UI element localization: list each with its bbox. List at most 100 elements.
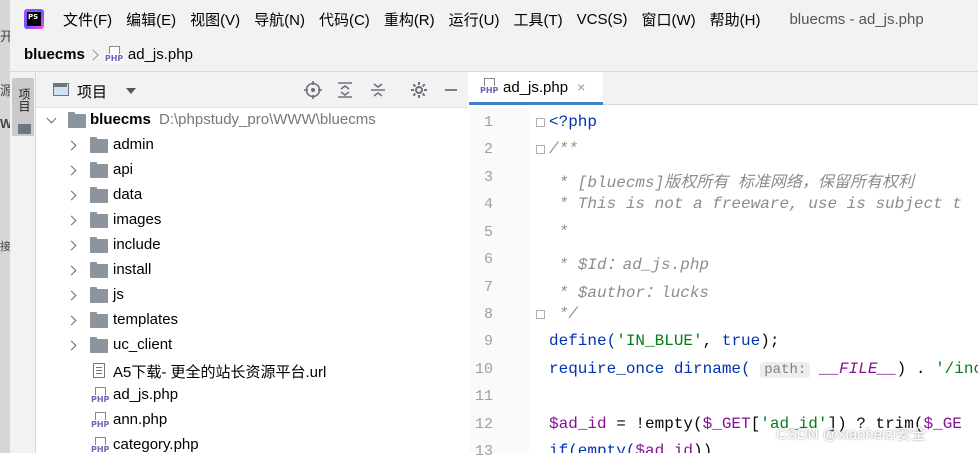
code-line-3: * [bluecms]版权所有 标准网络，保留所有权利 (549, 174, 914, 192)
code-token: $_GE (923, 415, 962, 433)
code-token: $ad_id (549, 415, 607, 433)
tree-file-row[interactable]: PHP ann.php (36, 408, 468, 433)
fold-marker-icon[interactable] (536, 145, 545, 154)
chevron-right-icon[interactable] (66, 240, 77, 251)
chevron-right-icon[interactable] (66, 290, 77, 301)
phpstorm-app-icon[interactable]: PS (24, 9, 44, 29)
line-number: 10 (474, 361, 493, 378)
folder-icon (90, 312, 108, 328)
tree-folder-row[interactable]: admin (36, 133, 468, 158)
chevron-right-icon[interactable] (66, 265, 77, 276)
breadcrumb-file[interactable]: PHP ad_js.php (103, 45, 193, 64)
tree-folder-row[interactable]: js (36, 283, 468, 308)
gear-icon[interactable] (410, 81, 428, 99)
tree-folder-row[interactable]: api (36, 158, 468, 183)
project-tool-tab-label: 项目 (17, 88, 31, 112)
menu-navigate[interactable]: 导航(N) (247, 9, 312, 30)
line-number: 1 (483, 114, 493, 131)
tree-folder-row[interactable]: include (36, 233, 468, 258)
line-number: 6 (483, 251, 493, 268)
line-number-gutter: 1 2 3 4 5 6 7 8 9 10 11 12 13 (469, 106, 529, 460)
code-line-6: * $Id：ad_js.php (549, 256, 710, 274)
tree-root-row[interactable]: bluecms D:\phpstudy_pro\WWW\bluecms (36, 108, 468, 133)
code-token: ); (760, 332, 780, 350)
close-icon[interactable]: × (577, 79, 585, 95)
tree-file-label: A5下载- 更全的站长资源平台.url (113, 364, 327, 381)
php-file-icon: PHP (90, 437, 111, 453)
menu-run[interactable]: 运行(U) (442, 9, 507, 30)
tree-file-label: ann.php (113, 411, 168, 428)
php-file-icon: PHP (479, 78, 500, 96)
chevron-right-icon[interactable] (66, 190, 77, 201)
chevron-right-icon[interactable] (66, 315, 77, 326)
code-token: '/inc (935, 360, 978, 378)
menu-code[interactable]: 代码(C) (312, 9, 377, 30)
editor-tab-ad-js[interactable]: PHP ad_js.php × (469, 72, 603, 105)
fold-marker-icon[interactable] (536, 118, 545, 127)
menu-view[interactable]: 视图(V) (183, 9, 247, 30)
menu-edit[interactable]: 编辑(E) (119, 9, 183, 30)
line-number: 8 (483, 306, 493, 323)
line-number: 11 (474, 388, 493, 405)
folder-icon (90, 287, 108, 303)
breadcrumb-file-label: ad_js.php (127, 46, 193, 63)
chevron-right-icon[interactable] (66, 340, 77, 351)
tree-folder-row[interactable]: uc_client (36, 333, 468, 358)
locate-file-icon[interactable] (304, 81, 322, 99)
collapse-all-icon[interactable] (369, 81, 387, 99)
menu-tools[interactable]: 工具(T) (506, 9, 569, 30)
tree-folder-row[interactable]: images (36, 208, 468, 233)
folder-icon (90, 337, 108, 353)
code-line-9: define('IN_BLUE', true); (549, 332, 779, 350)
code-line-10: require_once dirname( path: __FILE__) . … (549, 360, 978, 378)
project-tool-tab[interactable]: 项目 (12, 78, 34, 136)
chevron-right-icon[interactable] (66, 165, 77, 176)
menu-refactor[interactable]: 重构(R) (377, 9, 442, 30)
chevron-down-icon[interactable] (46, 113, 57, 124)
breadcrumb-project[interactable]: bluecms (24, 46, 85, 63)
line-number: 4 (483, 196, 493, 213)
project-view-label[interactable]: 项目 (77, 81, 107, 102)
code-token: true (721, 332, 761, 350)
tree-folder-row[interactable]: data (36, 183, 468, 208)
menu-window[interactable]: 窗口(W) (634, 9, 702, 30)
tree-file-label: ad_js.php (113, 386, 179, 403)
code-token: )) (693, 442, 713, 453)
code-token: $_GET (702, 415, 751, 433)
folder-icon (90, 212, 108, 228)
tree-file-row[interactable]: A5下载- 更全的站长资源平台.url (36, 358, 468, 383)
chevron-right-icon[interactable] (66, 215, 77, 226)
php-file-icon: PHP (103, 45, 125, 64)
parameter-hint: path: (760, 362, 811, 378)
menu-file[interactable]: 文件(F) (56, 9, 119, 30)
menu-vcs[interactable]: VCS(S) (570, 11, 635, 28)
code-line-7: * $author：lucks (549, 284, 710, 302)
tree-folder-label: images (113, 211, 162, 228)
strip-char: 源 (0, 83, 10, 98)
hide-panel-icon[interactable] (442, 81, 460, 99)
editor-tab-bar: PHP ad_js.php × (469, 72, 978, 105)
code-token: require_once dirname( (549, 360, 761, 378)
code-editor[interactable]: <?php /** * [bluecms]版权所有 标准网络，保留所有权利 * … (529, 106, 978, 453)
chevron-right-icon[interactable] (66, 140, 77, 151)
code-line-5: * (549, 223, 569, 241)
project-view-icon (53, 83, 69, 96)
line-number: 9 (483, 333, 493, 350)
tree-file-row[interactable]: PHP ad_js.php (36, 383, 468, 408)
fold-marker-icon[interactable] (536, 310, 545, 319)
tree-file-row[interactable]: PHP category.php (36, 433, 468, 453)
url-file-icon (93, 363, 105, 378)
background-window-strip: 开 源 W 接 (0, 0, 10, 453)
line-number: 5 (483, 224, 493, 241)
tree-folder-row[interactable]: install (36, 258, 468, 283)
chevron-down-icon[interactable] (126, 88, 136, 94)
tree-folder-label: uc_client (113, 336, 173, 353)
code-token: __FILE__ (810, 360, 897, 378)
menu-help[interactable]: 帮助(H) (703, 9, 768, 30)
code-token: define( (549, 332, 617, 350)
tree-folder-label: api (113, 161, 134, 178)
window-title: bluecms - ad_js.php (789, 10, 924, 28)
tree-folder-row[interactable]: templates (36, 308, 468, 333)
tree-root-name: bluecms (90, 111, 151, 128)
expand-all-icon[interactable] (336, 81, 354, 99)
